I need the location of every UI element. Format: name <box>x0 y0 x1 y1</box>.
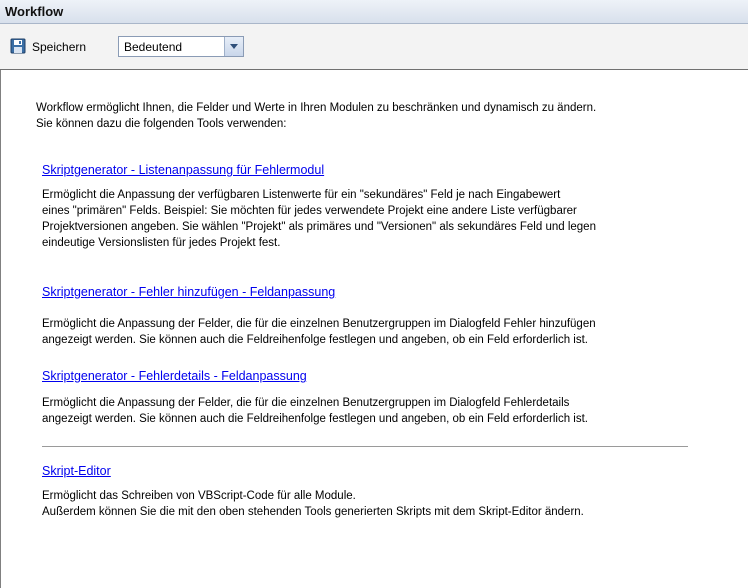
description-fehler-hinzufuegen: Ermöglicht die Anpassung der Felder, die… <box>42 316 712 348</box>
title-bar: Workflow <box>0 0 748 24</box>
link-listenanpassung[interactable]: Skriptgenerator - Listenanpassung für Fe… <box>42 163 324 177</box>
window-title: Workflow <box>5 4 64 19</box>
description-line: Ermöglicht die Anpassung der Felder, die… <box>42 318 596 330</box>
link-fehler-hinzufuegen[interactable]: Skriptgenerator - Fehler hinzufügen - Fe… <box>42 285 335 299</box>
intro-line: Sie können dazu die folgenden Tools verw… <box>36 118 287 130</box>
description-line: Außerdem können Sie die mit den oben ste… <box>42 506 584 518</box>
description-line: Ermöglicht die Anpassung der verfügbaren… <box>42 189 561 201</box>
description-fehlerdetails: Ermöglicht die Anpassung der Felder, die… <box>42 395 712 427</box>
description-skript-editor: Ermöglicht das Schreiben von VBScript-Co… <box>42 488 712 520</box>
description-line: angezeigt werden. Sie können auch die Fe… <box>42 413 588 425</box>
severity-combo[interactable]: Bedeutend <box>118 36 244 57</box>
description-line: Ermöglicht die Anpassung der Felder, die… <box>42 397 570 409</box>
workflow-content: Workflow ermöglicht Ihnen, die Felder un… <box>0 70 748 588</box>
link-skript-editor[interactable]: Skript-Editor <box>42 464 111 478</box>
description-line: Projektversionen angeben. Sie wählen "Pr… <box>42 221 596 233</box>
severity-combo-value: Bedeutend <box>124 40 183 54</box>
save-button[interactable]: Speichern <box>10 36 86 58</box>
description-listenanpassung: Ermöglicht die Anpassung der verfügbaren… <box>42 187 712 251</box>
description-line: Ermöglicht das Schreiben von VBScript-Co… <box>42 490 356 502</box>
toolbar: Speichern Bedeutend <box>0 24 748 70</box>
intro-text: Workflow ermöglicht Ihnen, die Felder un… <box>36 100 716 132</box>
intro-line: Workflow ermöglicht Ihnen, die Felder un… <box>36 102 597 114</box>
link-fehlerdetails[interactable]: Skriptgenerator - Fehlerdetails - Feldan… <box>42 369 307 383</box>
description-line: angezeigt werden. Sie können auch die Fe… <box>42 334 588 346</box>
save-icon <box>10 38 26 57</box>
section-divider <box>42 446 688 447</box>
description-line: eines "primären" Felds. Beispiel: Sie mö… <box>42 205 577 217</box>
save-label: Speichern <box>32 40 87 54</box>
description-line: eindeutige Versionslisten für jedes Proj… <box>42 237 281 249</box>
dropdown-arrow-icon[interactable] <box>224 37 243 56</box>
